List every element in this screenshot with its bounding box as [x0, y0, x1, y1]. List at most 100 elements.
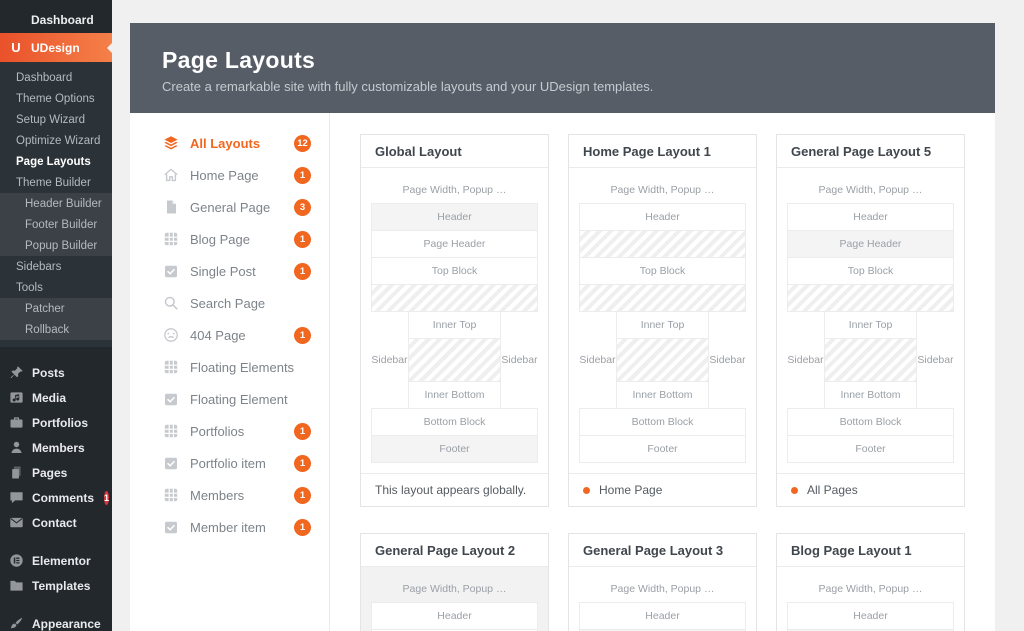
diagram-box-bottom-block: Bottom Block — [787, 408, 954, 436]
layout-count-badge: 12 — [294, 134, 311, 152]
diagram-sidebar-left: Sidebar — [579, 354, 616, 366]
sidebar-item-label: Members — [32, 440, 85, 455]
layout-filter-blog-page[interactable]: Blog Page 1 — [130, 223, 329, 255]
diagram-page-width-label: Page Width, Popup … — [818, 184, 923, 196]
diagram-content-hatch — [787, 284, 954, 312]
condition-text: All Pages — [807, 483, 858, 497]
sidebar-item-pages[interactable]: Pages — [0, 460, 112, 485]
person-icon — [9, 440, 24, 455]
layout-filter-portfolio-item[interactable]: Portfolio item 1 — [130, 447, 329, 479]
calcheck-icon — [163, 391, 179, 407]
layout-filter-members[interactable]: Members 1 — [130, 479, 329, 511]
layout-filter-404-page[interactable]: 404 Page 1 — [130, 319, 329, 351]
layout-card-general-page-layout-2[interactable]: General Page Layout 2 Page Width, Popup …… — [360, 533, 549, 631]
portfolio-icon — [9, 415, 24, 430]
search-icon — [163, 295, 179, 311]
diagram-box-inner-bottom: Inner Bottom — [408, 381, 501, 409]
layout-card-home-page-layout-1[interactable]: Home Page Layout 1 Page Width, Popup … Hea… — [568, 134, 757, 507]
sidebar-item-comments[interactable]: Comments 1 — [0, 485, 112, 510]
layout-card-title: General Page Layout 2 — [361, 534, 548, 567]
layout-filter-floating-elements[interactable]: Floating Elements — [130, 351, 329, 383]
sidebar-item-templates[interactable]: Templates — [0, 573, 112, 598]
layout-filter-floating-element[interactable]: Floating Element — [130, 383, 329, 415]
layout-filter-portfolios[interactable]: Portfolios 1 — [130, 415, 329, 447]
wp-menu-group-2: Elementor Templates — [0, 548, 112, 598]
layout-card-blog-page-layout-1[interactable]: Blog Page Layout 1 Page Width, Popup … Hea… — [776, 533, 965, 631]
calcheck-icon — [163, 263, 179, 279]
sidebar-subitem-dashboard[interactable]: Dashboard — [0, 67, 112, 88]
sidebar-subitem-header-builder[interactable]: Header Builder — [0, 193, 112, 214]
layout-diagram: Page Width, Popup … Header — [777, 567, 964, 631]
layout-category-nav: All Layouts 12 Home Page 1 General Page 3 Blog… — [130, 113, 330, 631]
sidebar-subitem-patcher[interactable]: Patcher — [0, 298, 112, 319]
layout-cards-grid: Global Layout Page Width, Popup … Header Pa… — [330, 113, 995, 631]
layout-count-badge: 1 — [294, 422, 311, 440]
sidebar-subitem-optimize-wizard[interactable]: Optimize Wizard — [0, 130, 112, 151]
page-hero: Page Layouts Create a remarkable site wi… — [130, 23, 995, 113]
condition-text: Home Page — [599, 483, 663, 497]
sidebar-item-members[interactable]: Members — [0, 435, 112, 460]
layout-card-general-page-layout-5[interactable]: General Page Layout 5 Page Width, Popup …… — [776, 134, 965, 507]
layout-count-badge: 1 — [294, 486, 311, 504]
layout-diagram: Page Width, Popup … Header Top Block Sideba… — [569, 168, 756, 473]
diagram-box-footer: Footer — [787, 435, 954, 463]
diagram-box-inner-top: Inner Top — [408, 311, 501, 339]
sidebar-item-label: Pages — [32, 465, 68, 480]
layout-filter-home-page[interactable]: Home Page 1 — [130, 159, 329, 191]
layout-card-global-layout[interactable]: Global Layout Page Width, Popup … Header Pa… — [360, 134, 549, 507]
sidebar-item-label: Elementor — [32, 553, 91, 568]
layout-filter-search-page[interactable]: Search Page — [130, 287, 329, 319]
diagram-box-page-header: Page Header — [371, 230, 538, 258]
diagram-box-inner-bottom: Inner Bottom — [616, 381, 709, 409]
layout-filter-label: Members — [190, 487, 245, 503]
sidebar-item-label: Templates — [32, 578, 91, 593]
sidebar-subitem-theme-builder[interactable]: Theme Builder — [0, 172, 112, 193]
grid-icon — [163, 487, 179, 503]
sidebar-item-posts[interactable]: Posts — [0, 360, 112, 385]
sidebar-subitem-sidebars[interactable]: Sidebars — [0, 256, 112, 277]
sidebar-item-udesign[interactable]: U UDesign — [0, 33, 112, 62]
sidebar-item-contact[interactable]: Contact — [0, 510, 112, 535]
sidebar-item-label: Posts — [32, 365, 65, 380]
sidebar-item-portfolios[interactable]: Portfolios — [0, 410, 112, 435]
layout-filter-all-layouts[interactable]: All Layouts 12 — [130, 127, 329, 159]
layout-filter-single-post[interactable]: Single Post 1 — [130, 255, 329, 287]
layout-filter-label: Floating Elements — [190, 359, 295, 375]
layout-filter-label: Floating Element — [190, 391, 288, 407]
sidebar-subitem-rollback[interactable]: Rollback — [0, 319, 112, 340]
layout-card-general-page-layout-3[interactable]: General Page Layout 3 Page Width, Popup …… — [568, 533, 757, 631]
layout-card-title: Global Layout — [361, 135, 548, 168]
layout-diagram: Page Width, Popup … Header Page Header Top … — [361, 168, 548, 473]
condition-text: This layout appears globally. — [375, 483, 527, 497]
appearance-icon — [9, 616, 24, 631]
sidebar-subitem-page-layouts[interactable]: Page Layouts — [0, 151, 112, 172]
grid-icon — [163, 423, 179, 439]
layout-filter-label: Member item — [190, 519, 266, 535]
diagram-page-width-label: Page Width, Popup … — [818, 583, 923, 595]
sidebar-subitem-footer-builder[interactable]: Footer Builder — [0, 214, 112, 235]
sidebar-item-elementor[interactable]: Elementor — [0, 548, 112, 573]
layout-filter-member-item[interactable]: Member item 1 — [130, 511, 329, 543]
grid-icon — [163, 231, 179, 247]
sidebar-item-media[interactable]: Media — [0, 385, 112, 410]
sidebar-item-appearance[interactable]: Appearance — [0, 611, 112, 631]
diagram-center-column: Inner Top Inner Bottom — [616, 311, 709, 409]
layers-icon — [163, 135, 179, 151]
sidebar-subitem-setup-wizard[interactable]: Setup Wizard — [0, 109, 112, 130]
templates-icon — [9, 578, 24, 593]
sidebar-subitem-theme-options[interactable]: Theme Options — [0, 88, 112, 109]
udesign-submenu: Dashboard Theme Options Setup Wizard Optimi… — [0, 62, 112, 347]
layout-count-badge: 1 — [294, 230, 311, 248]
sidebar-subitem-tools[interactable]: Tools — [0, 277, 112, 298]
sidebar-item-dashboard[interactable]: Dashboard — [0, 6, 112, 33]
diagram-content-hatch — [371, 284, 538, 312]
sidebar-item-label: Appearance — [32, 616, 101, 631]
layout-count-badge: 1 — [294, 454, 311, 472]
condition-bullet-icon — [791, 486, 798, 494]
layout-filter-general-page[interactable]: General Page 3 — [130, 191, 329, 223]
sidebar-subitem-popup-builder[interactable]: Popup Builder — [0, 235, 112, 256]
layout-filter-label: Single Post — [190, 263, 256, 279]
sidebar-item-label: Portfolios — [32, 415, 88, 430]
diagram-content-hatch — [408, 338, 501, 382]
layout-card-condition: Home Page — [569, 473, 756, 506]
